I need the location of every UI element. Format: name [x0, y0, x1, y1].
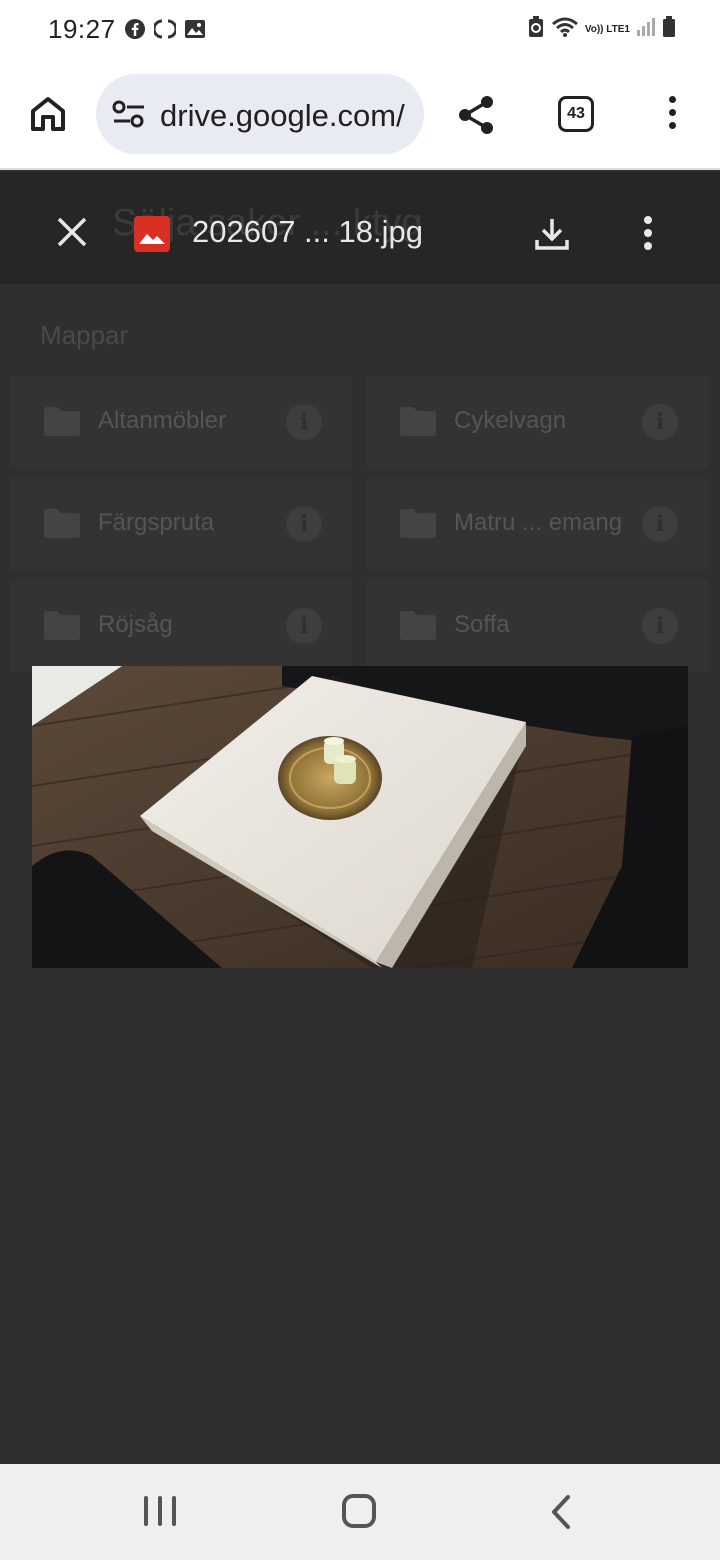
- folder-item[interactable]: Altanmöbler i: [10, 376, 352, 468]
- sync-icon: [152, 18, 178, 45]
- shared-folder-icon: [400, 508, 436, 543]
- folder-name: Matru ... emang: [454, 509, 623, 536]
- folder-name: Färgspruta: [98, 509, 215, 536]
- system-icons: Vo)) LTE1: [527, 16, 676, 43]
- folder-item[interactable]: Cykelvagn i: [366, 376, 708, 468]
- browser-menu-icon[interactable]: [665, 96, 679, 132]
- info-icon[interactable]: i: [286, 506, 322, 542]
- battery-saver-icon: [527, 16, 545, 43]
- folder-name: Röjsåg: [98, 611, 173, 638]
- status-bar: 19:27 Vo)) LTE1: [0, 0, 720, 60]
- folder-item[interactable]: Röjsåg i: [10, 580, 352, 672]
- recent-apps-button[interactable]: [144, 1496, 176, 1528]
- shared-folder-icon: [44, 406, 80, 441]
- folder-item[interactable]: Matru ... emang i: [366, 478, 708, 570]
- folder-item[interactable]: Soffa i: [366, 580, 708, 672]
- close-icon[interactable]: [56, 216, 88, 253]
- url-text: drive.google.com/: [160, 98, 405, 133]
- info-icon[interactable]: i: [286, 608, 322, 644]
- share-icon[interactable]: [456, 94, 496, 141]
- info-icon[interactable]: i: [286, 404, 322, 440]
- folder-name: Cykelvagn: [454, 407, 567, 434]
- shared-folder-icon: [44, 508, 80, 543]
- status-time: 19:27: [48, 14, 116, 44]
- browser-toolbar: drive.google.com/ 43: [0, 60, 720, 170]
- download-icon[interactable]: [534, 216, 570, 257]
- info-icon[interactable]: i: [642, 506, 678, 542]
- photo-preview[interactable]: [32, 666, 688, 968]
- image-file-icon: [134, 216, 170, 252]
- home-icon[interactable]: [28, 94, 68, 134]
- viewer-menu-icon[interactable]: [642, 216, 654, 252]
- image-icon: [184, 18, 206, 45]
- info-icon[interactable]: i: [642, 404, 678, 440]
- tab-switcher-button[interactable]: 43: [558, 96, 594, 132]
- folders-section-label: Mappar: [40, 320, 129, 350]
- notification-icons: [124, 18, 206, 45]
- shared-folder-icon: [44, 610, 80, 645]
- facebook-icon: [124, 18, 146, 45]
- site-settings-icon[interactable]: [112, 100, 146, 133]
- shared-folder-icon: [400, 610, 436, 645]
- shared-folder-icon: [400, 406, 436, 441]
- wifi-icon: [551, 16, 579, 43]
- battery-icon: [662, 16, 676, 43]
- signal-icon: [636, 16, 656, 43]
- file-viewer-toolbar: 202607 ... 18.jpg: [0, 172, 720, 284]
- back-icon[interactable]: [548, 1494, 576, 1535]
- folder-name: Soffa: [454, 611, 510, 638]
- info-icon[interactable]: i: [642, 608, 678, 644]
- network-label: Vo)) LTE1: [584, 23, 630, 35]
- folder-item[interactable]: Färgspruta i: [10, 478, 352, 570]
- system-navigation-bar: [0, 1464, 720, 1560]
- home-button[interactable]: [342, 1494, 376, 1528]
- folder-name: Altanmöbler: [98, 407, 227, 434]
- file-name: 202607 ... 18.jpg: [192, 214, 423, 249]
- address-bar[interactable]: drive.google.com/: [96, 74, 424, 154]
